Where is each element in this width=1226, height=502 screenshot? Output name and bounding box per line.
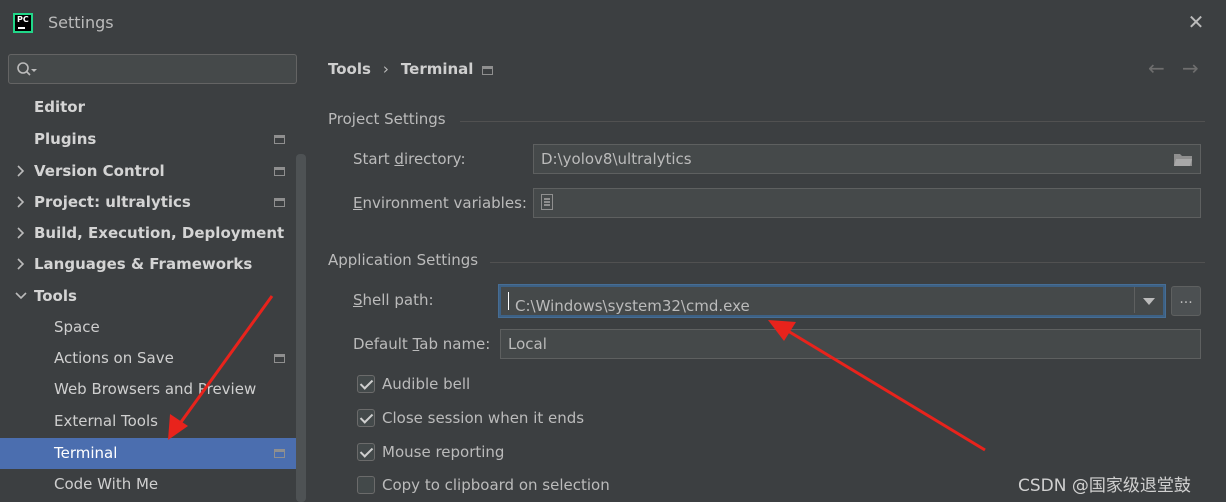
project-level-icon bbox=[482, 66, 493, 75]
chevron-down-icon bbox=[15, 292, 27, 300]
breadcrumb-separator: › bbox=[382, 60, 389, 78]
pycharm-logo-icon: PC bbox=[13, 13, 33, 33]
breadcrumb-parent[interactable]: Tools bbox=[328, 60, 371, 78]
sidebar-item-label: External Tools bbox=[54, 412, 158, 430]
sidebar-item-languages[interactable]: Languages & Frameworks bbox=[0, 249, 295, 280]
sidebar-item-label: Version Control bbox=[34, 162, 165, 180]
environment-variables-label: Environment variables: bbox=[353, 194, 527, 212]
application-settings-title: Application Settings bbox=[328, 251, 479, 269]
sidebar-item-label: Web Browsers and Preview bbox=[54, 380, 257, 398]
breadcrumb-current: Terminal bbox=[400, 60, 474, 78]
project-level-icon bbox=[274, 449, 285, 458]
sidebar-scrollbar[interactable] bbox=[296, 154, 306, 502]
sidebar-item-external-tools[interactable]: External Tools bbox=[0, 406, 295, 437]
breadcrumb: Tools › Terminal bbox=[328, 60, 473, 78]
sidebar-item-editor[interactable]: Editor bbox=[0, 92, 295, 123]
sidebar-item-label: Code With Me bbox=[54, 475, 159, 493]
sidebar-item-label: Plugins bbox=[34, 130, 97, 148]
settings-content: Tools › Terminal ← → Project Settings Star… bbox=[306, 46, 1226, 502]
copy-clipboard-label[interactable]: Copy to clipboard on selection bbox=[382, 476, 610, 494]
search-icon bbox=[17, 62, 37, 76]
chevron-right-icon bbox=[17, 258, 25, 270]
forward-arrow-icon[interactable]: → bbox=[1182, 56, 1199, 80]
project-level-icon bbox=[274, 135, 285, 144]
watermark: CSDN @国家级退堂鼓 bbox=[1018, 476, 1191, 496]
sidebar-item-plugins[interactable]: Plugins bbox=[0, 124, 295, 155]
window-title: Settings bbox=[48, 13, 114, 32]
back-arrow-icon[interactable]: ← bbox=[1148, 56, 1165, 80]
section-divider bbox=[490, 262, 1205, 263]
shell-path-label: Shell path: bbox=[353, 291, 434, 309]
sidebar-item-code-with-me[interactable]: Code With Me bbox=[0, 469, 295, 500]
sidebar-item-label: Project: ultralytics bbox=[34, 193, 191, 211]
chevron-right-icon bbox=[17, 196, 25, 208]
title-bar: PC Settings ✕ bbox=[0, 0, 1226, 46]
sidebar-item-label: Editor bbox=[34, 98, 85, 116]
start-directory-label: Start directory: bbox=[353, 150, 466, 168]
project-level-icon bbox=[274, 198, 285, 207]
sidebar-item-terminal[interactable]: Terminal bbox=[0, 438, 306, 469]
sidebar-item-web-browsers[interactable]: Web Browsers and Preview bbox=[0, 374, 295, 405]
sidebar-item-label: Actions on Save bbox=[54, 349, 174, 367]
close-icon[interactable]: ✕ bbox=[1186, 12, 1206, 32]
close-session-checkbox[interactable] bbox=[357, 409, 375, 427]
dropdown-arrow-icon[interactable] bbox=[1143, 298, 1155, 305]
sidebar-item-label: Build, Execution, Deployment bbox=[34, 224, 285, 242]
close-session-label[interactable]: Close session when it ends bbox=[382, 409, 584, 427]
sidebar-item-build[interactable]: Build, Execution, Deployment bbox=[0, 218, 295, 249]
default-tab-name-field[interactable]: Local bbox=[500, 329, 1201, 359]
sidebar-item-project[interactable]: Project: ultralytics bbox=[0, 187, 295, 218]
chevron-right-icon bbox=[17, 165, 25, 177]
shell-path-combobox[interactable]: C:\Windows\system32\cmd.exe bbox=[499, 285, 1165, 317]
sidebar-item-space[interactable]: Space bbox=[0, 312, 295, 343]
browse-button[interactable]: ... bbox=[1171, 286, 1201, 316]
mouse-reporting-checkbox[interactable] bbox=[357, 443, 375, 461]
sidebar-item-tools[interactable]: Tools bbox=[0, 281, 295, 312]
project-level-icon bbox=[274, 354, 285, 363]
sidebar-item-label: Tools bbox=[34, 287, 77, 305]
shell-path-input[interactable]: C:\Windows\system32\cmd.exe bbox=[508, 292, 750, 315]
project-settings-title: Project Settings bbox=[328, 110, 446, 128]
settings-sidebar: Editor Plugins Version Control Project: … bbox=[0, 46, 306, 502]
sidebar-item-version-control[interactable]: Version Control bbox=[0, 156, 295, 187]
copy-clipboard-checkbox[interactable] bbox=[357, 476, 375, 494]
sidebar-item-actions-on-save[interactable]: Actions on Save bbox=[0, 343, 295, 374]
settings-search[interactable] bbox=[8, 54, 297, 84]
audible-bell-checkbox[interactable] bbox=[357, 375, 375, 393]
folder-icon[interactable] bbox=[1173, 152, 1193, 167]
chevron-right-icon bbox=[17, 227, 25, 239]
project-level-icon bbox=[274, 167, 285, 176]
edit-variables-icon[interactable] bbox=[541, 194, 553, 210]
sidebar-item-label: Languages & Frameworks bbox=[34, 255, 253, 273]
sidebar-item-label: Space bbox=[54, 318, 100, 336]
start-directory-field[interactable]: D:\yolov8\ultralytics bbox=[533, 144, 1201, 174]
audible-bell-label[interactable]: Audible bell bbox=[382, 375, 470, 393]
default-tab-name-label: Default Tab name: bbox=[353, 335, 491, 353]
sidebar-item-label: Terminal bbox=[54, 444, 118, 462]
search-input[interactable] bbox=[41, 59, 291, 79]
environment-variables-field[interactable] bbox=[533, 188, 1201, 218]
mouse-reporting-label[interactable]: Mouse reporting bbox=[382, 443, 504, 461]
section-divider bbox=[460, 121, 1205, 122]
